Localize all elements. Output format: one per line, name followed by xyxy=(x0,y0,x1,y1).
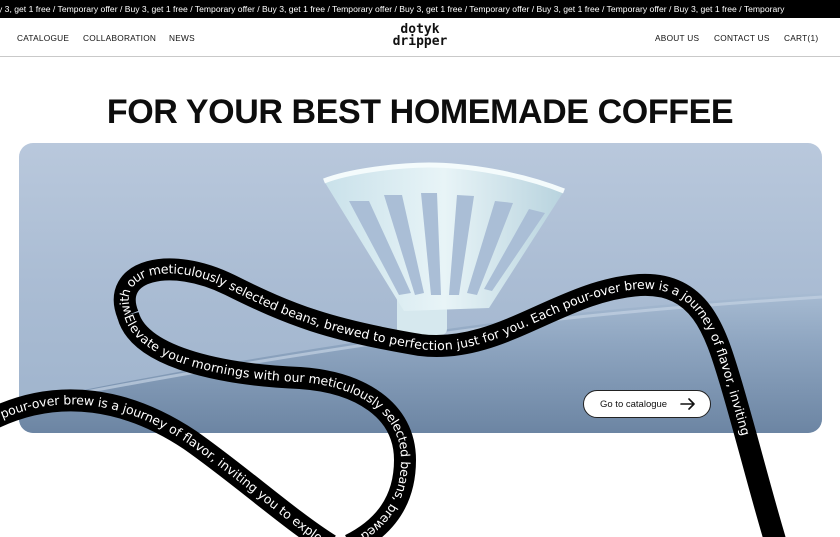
nav-news-link[interactable]: NEWS xyxy=(169,33,195,43)
hero-image xyxy=(19,143,822,433)
nav-catalogue-link[interactable]: CATALOGUE xyxy=(17,33,69,43)
go-to-catalogue-button[interactable]: Go to catalogue xyxy=(583,390,711,418)
hero-photo-illustration xyxy=(19,162,822,433)
brand-logo-line2: dripper xyxy=(392,34,448,49)
top-navigation: CATALOGUE COLLABORATION NEWS dotyk dripp… xyxy=(0,18,840,57)
arrow-right-icon xyxy=(680,398,695,410)
promo-ticker: y 3, get 1 free / Temporary offer / Buy … xyxy=(0,0,840,18)
nav-contact-us-link[interactable]: CONTACT US xyxy=(714,33,770,43)
nav-about-us-link[interactable]: ABOUT US xyxy=(655,33,699,43)
nav-collaboration-link[interactable]: COLLABORATION xyxy=(83,33,156,43)
nav-cart-link[interactable]: CART(1) xyxy=(784,33,818,43)
promo-ticker-text: y 3, get 1 free / Temporary offer / Buy … xyxy=(0,4,785,14)
hero-headline: FOR YOUR BEST HOMEMADE COFFEE xyxy=(106,93,734,131)
go-to-catalogue-label: Go to catalogue xyxy=(600,398,668,410)
brand-logo[interactable]: dotyk dripper xyxy=(387,23,453,49)
